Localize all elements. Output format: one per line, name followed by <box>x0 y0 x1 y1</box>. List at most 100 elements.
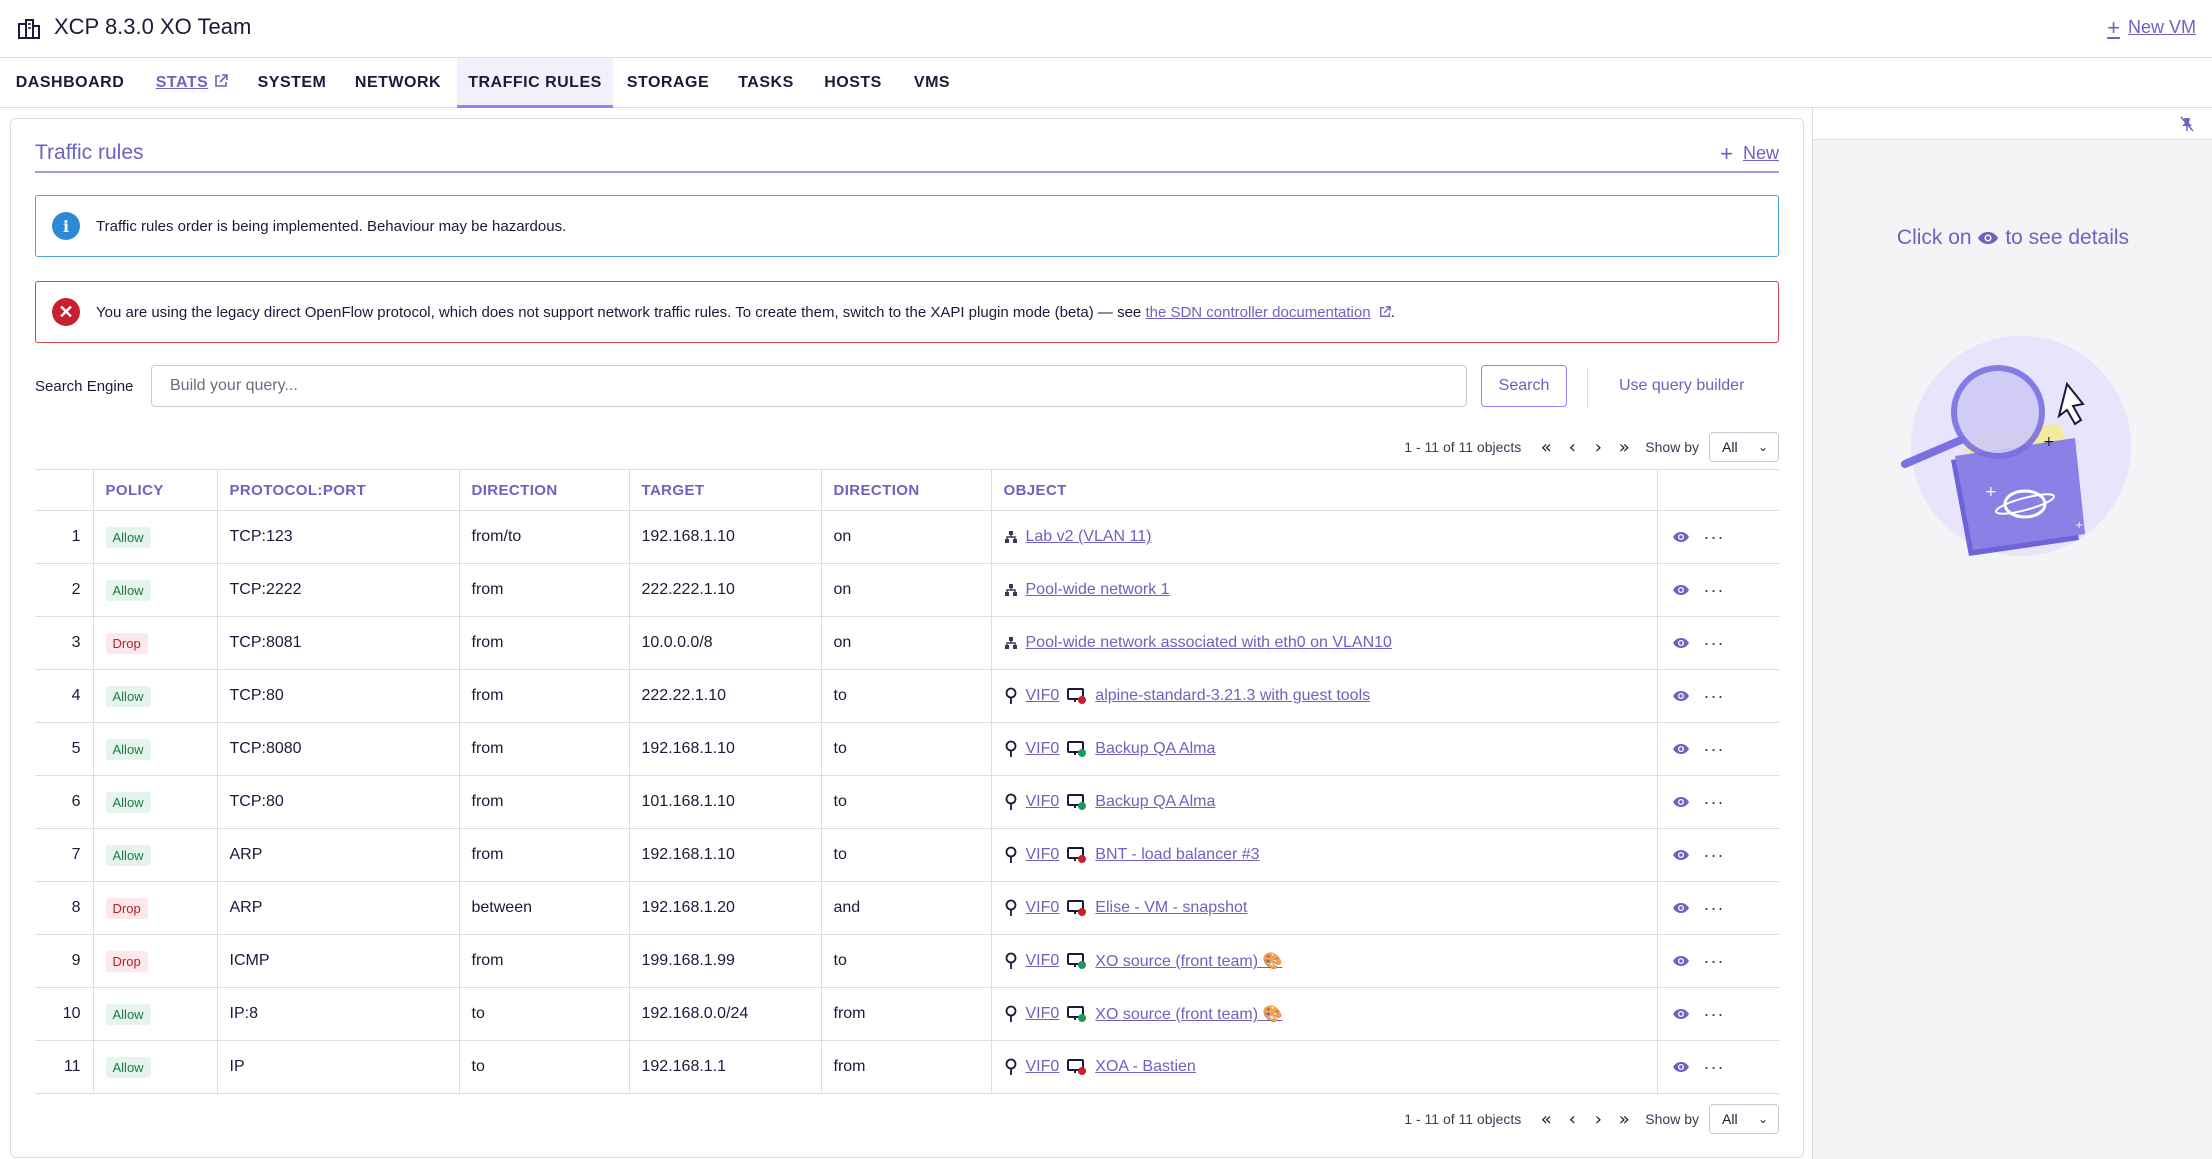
vm-link[interactable]: XO source (front team) 🎨 <box>1095 951 1282 971</box>
object-cell-content: Pool-wide network associated with eth0 o… <box>1004 634 1657 652</box>
more-options-icon[interactable]: ··· <box>1704 1058 1725 1076</box>
tab-network[interactable]: NETWORK <box>340 58 456 108</box>
eye-icon[interactable] <box>1672 637 1690 649</box>
network-link[interactable]: Pool-wide network associated with eth0 o… <box>1026 634 1392 652</box>
direction-cell: from <box>459 828 630 882</box>
vif-link[interactable]: VIF0 <box>1026 952 1060 970</box>
eye-icon[interactable] <box>1672 690 1690 702</box>
table-row[interactable]: 1 Allow TCP:123 from/to 192.168.1.10 on Lab v2… <box>35 510 1780 564</box>
tab-hosts[interactable]: HOSTS <box>809 58 897 108</box>
eye-icon[interactable] <box>1672 743 1690 755</box>
table-row[interactable]: 5 Allow TCP:8080 from 192.168.1.10 to VIF0 Back… <box>35 722 1779 776</box>
tab-storage[interactable]: STORAGE <box>613 58 723 108</box>
eye-icon[interactable] <box>1672 531 1690 543</box>
table-row[interactable]: 7 Allow ARP from 192.168.1.10 to VIF0 BNT - loa… <box>35 828 1779 882</box>
pagination-count: 1 - 11 of 11 objects <box>1404 439 1522 455</box>
eye-icon[interactable] <box>1672 955 1690 967</box>
show-by-select[interactable]: All ⌄ <box>1709 432 1779 462</box>
vm-link[interactable]: XO source (front team) 🎨 <box>1095 1004 1282 1024</box>
vif-link[interactable]: VIF0 <box>1026 1058 1060 1076</box>
table-row[interactable]: 8 Drop ARP between 192.168.1.20 and VIF0 Elise … <box>35 881 1779 935</box>
more-options-icon[interactable]: ··· <box>1704 952 1725 970</box>
more-options-icon[interactable]: ··· <box>1704 634 1725 652</box>
vm-link[interactable]: XOA - Bastien <box>1095 1058 1196 1076</box>
more-options-icon[interactable]: ··· <box>1704 687 1725 705</box>
last-page-icon[interactable]: » <box>1611 1109 1637 1130</box>
column-header-target[interactable]: TARGET <box>629 469 822 511</box>
column-header-protocol-port[interactable]: PROTOCOL:PORT <box>217 469 460 511</box>
tab-stats[interactable]: STATS <box>140 58 244 108</box>
eye-icon[interactable] <box>1672 849 1690 861</box>
tab-traffic-rules[interactable]: TRAFFIC RULES <box>457 58 613 108</box>
unpin-icon[interactable] <box>2179 116 2195 132</box>
column-header-object[interactable]: OBJECT <box>991 469 1658 511</box>
table-row[interactable]: 2 Allow TCP:2222 from 222.222.1.10 on Pool-wid… <box>35 563 1779 617</box>
vm-link[interactable]: Backup QA Alma <box>1095 793 1215 811</box>
column-header-actions <box>1657 469 1779 511</box>
network-link[interactable]: Lab v2 (VLAN 11) <box>1026 528 1152 546</box>
tab-system[interactable]: SYSTEM <box>244 58 340 108</box>
vm-link[interactable]: alpine-standard-3.21.3 with guest tools <box>1095 687 1370 705</box>
first-page-icon[interactable]: « <box>1533 1109 1559 1130</box>
vif-link[interactable]: VIF0 <box>1026 740 1060 758</box>
policy-badge: Allow <box>105 579 151 601</box>
row-actions: ··· <box>1670 528 1780 546</box>
query-builder-button[interactable]: Use query builder <box>1619 377 1744 395</box>
tab-vms[interactable]: VMS <box>897 58 967 108</box>
new-vm-button[interactable]: + New VM <box>2107 16 2196 38</box>
column-header-direction[interactable]: DIRECTION <box>459 469 630 511</box>
traffic-rules-table: POLICY PROTOCOL:PORT DIRECTION TARGET DI… <box>35 469 1779 1094</box>
object-cell-content: VIF0 BNT - load balancer #3 <box>1004 846 1657 864</box>
eye-icon[interactable] <box>1672 796 1690 808</box>
column-header-index <box>35 469 94 511</box>
vm-link[interactable]: Backup QA Alma <box>1095 740 1215 758</box>
more-options-icon[interactable]: ··· <box>1704 1005 1725 1023</box>
table-row[interactable]: 3 Drop TCP:8081 from 10.0.0.0/8 on Pool-wide n… <box>35 616 1779 670</box>
first-page-icon[interactable]: « <box>1533 437 1559 458</box>
more-options-icon[interactable]: ··· <box>1704 793 1725 811</box>
policy-cell: Drop <box>93 934 218 988</box>
show-by-select[interactable]: All ⌄ <box>1709 1104 1779 1134</box>
table-row[interactable]: 11 Allow IP to 192.168.1.1 from VIF0 XOA - Bast… <box>35 1040 1779 1094</box>
eye-icon[interactable] <box>1672 584 1690 596</box>
last-page-icon[interactable]: » <box>1611 437 1637 458</box>
network-link[interactable]: Pool-wide network 1 <box>1026 581 1170 599</box>
vif-link[interactable]: VIF0 <box>1026 846 1060 864</box>
new-rule-button[interactable]: + New <box>1720 142 1779 164</box>
more-options-icon[interactable]: ··· <box>1704 846 1725 864</box>
network-icon <box>1004 531 1017 543</box>
prev-page-icon[interactable]: ‹ <box>1559 1109 1585 1130</box>
vif-link[interactable]: VIF0 <box>1026 1005 1060 1023</box>
vif-link[interactable]: VIF0 <box>1026 899 1060 917</box>
vm-link[interactable]: BNT - load balancer #3 <box>1095 846 1259 864</box>
eye-icon[interactable] <box>1672 902 1690 914</box>
vif-link[interactable]: VIF0 <box>1026 687 1060 705</box>
eye-icon[interactable] <box>1672 1061 1690 1073</box>
vif-link[interactable]: VIF0 <box>1026 793 1060 811</box>
search-button[interactable]: Search <box>1481 365 1567 407</box>
new-rule-label: New <box>1742 143 1779 163</box>
next-page-icon[interactable]: › <box>1585 1109 1611 1130</box>
table-row[interactable]: 6 Allow TCP:80 from 101.168.1.10 to VIF0 Backup… <box>35 775 1779 829</box>
more-options-icon[interactable]: ··· <box>1704 740 1725 758</box>
object-cell: VIF0 Elise - VM - snapshot <box>991 881 1658 935</box>
eye-icon[interactable] <box>1672 1008 1690 1020</box>
column-header-policy[interactable]: POLICY <box>93 469 218 511</box>
prev-page-icon[interactable]: ‹ <box>1559 437 1585 458</box>
table-row[interactable]: 9 Drop ICMP from 199.168.1.99 to VIF0 XO source… <box>35 934 1779 988</box>
column-header-direction-2[interactable]: DIRECTION <box>821 469 992 511</box>
more-options-icon[interactable]: ··· <box>1704 899 1725 917</box>
search-input[interactable] <box>151 365 1467 407</box>
more-options-icon[interactable]: ··· <box>1704 581 1725 599</box>
protocol-port-cell: IP <box>217 1040 460 1094</box>
section-title: Traffic rules <box>35 141 144 164</box>
table-row[interactable]: 10 Allow IP:8 to 192.168.0.0/24 from VIF0 XO so… <box>35 987 1779 1041</box>
next-page-icon[interactable]: › <box>1585 437 1611 458</box>
sdn-doc-link[interactable]: the SDN controller documentation <box>1145 304 1370 321</box>
tab-tasks[interactable]: TASKS <box>723 58 809 108</box>
more-options-icon[interactable]: ··· <box>1704 528 1725 546</box>
vif-icon <box>1005 793 1016 810</box>
tab-dashboard[interactable]: DASHBOARD <box>0 58 140 108</box>
vm-link[interactable]: Elise - VM - snapshot <box>1095 899 1247 917</box>
table-row[interactable]: 4 Allow TCP:80 from 222.22.1.10 to VIF0 alpine-… <box>35 669 1779 723</box>
